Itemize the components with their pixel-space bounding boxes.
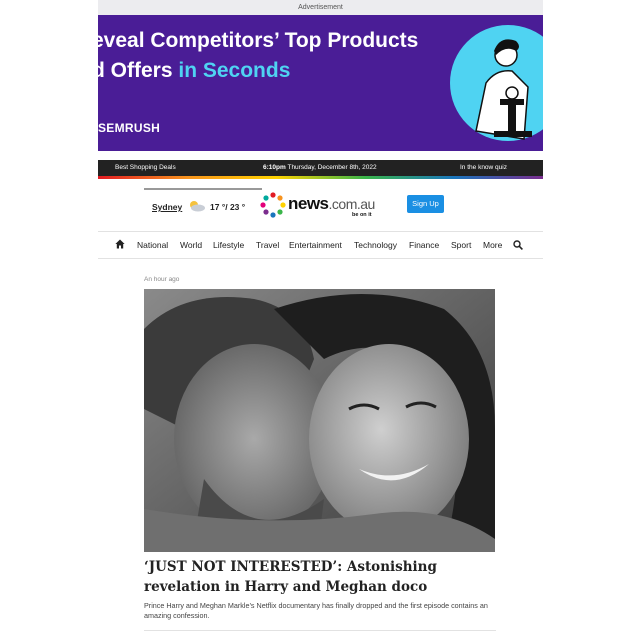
ad-headline-highlight: in Seconds bbox=[178, 59, 291, 82]
best-shopping-deals-link[interactable]: Best Shopping Deals bbox=[115, 164, 176, 171]
ad-brand-logo: SEMRUSH bbox=[98, 121, 161, 135]
ad-banner[interactable]: eveal Competitors’ Top Products d Offers… bbox=[98, 15, 543, 151]
logo-tld: .com.au bbox=[328, 196, 376, 212]
nav-item-sport[interactable]: Sport bbox=[451, 240, 471, 250]
article-headline[interactable]: ‘JUST NOT INTERESTED’: Astonishing revel… bbox=[144, 557, 496, 597]
search-icon[interactable] bbox=[513, 240, 523, 250]
main-nav: National World Lifestyle Travel Entertai… bbox=[98, 232, 543, 258]
logo-wordmark: news.com.au bbox=[288, 194, 375, 214]
ad-headline-white: d Offers bbox=[98, 59, 179, 82]
nav-item-lifestyle[interactable]: Lifestyle bbox=[213, 240, 244, 250]
nav-item-travel[interactable]: Travel bbox=[256, 240, 279, 250]
top-bar: Best Shopping Deals 6:10pm Thursday, Dec… bbox=[98, 160, 543, 176]
hero-photo bbox=[144, 289, 495, 552]
nav-item-technology[interactable]: Technology bbox=[354, 240, 397, 250]
weather-widget[interactable]: Sydney 17 °/ 23 ° bbox=[144, 188, 262, 224]
logo-tagline: be on it bbox=[352, 212, 372, 218]
weather-city[interactable]: Sydney bbox=[152, 202, 182, 212]
logo-dots-icon bbox=[260, 192, 286, 218]
date-time: 6:10pm Thursday, December 8th, 2022 bbox=[263, 164, 377, 171]
nav-item-more[interactable]: More bbox=[483, 240, 502, 250]
nav-item-finance[interactable]: Finance bbox=[409, 240, 439, 250]
scientist-illustration-icon bbox=[450, 25, 543, 141]
partly-cloudy-icon bbox=[190, 201, 205, 212]
ad-headline-line2: d Offers in Seconds bbox=[98, 59, 290, 83]
article-summary: Prince Harry and Meghan Markle’s Netflix… bbox=[144, 601, 488, 620]
current-time: 6:10pm bbox=[263, 164, 286, 171]
nav-item-entertainment[interactable]: Entertainment bbox=[289, 240, 342, 250]
advertisement-label: Advertisement bbox=[98, 0, 543, 15]
home-icon[interactable] bbox=[115, 239, 125, 249]
sign-up-button[interactable]: Sign Up bbox=[407, 195, 444, 213]
ad-headline-line1: eveal Competitors’ Top Products bbox=[98, 29, 419, 52]
weather-temperature: 17 °/ 23 ° bbox=[210, 202, 246, 212]
article-divider bbox=[144, 630, 496, 631]
logo-text: news bbox=[288, 194, 329, 213]
nav-item-world[interactable]: World bbox=[180, 240, 202, 250]
current-date: Thursday, December 8th, 2022 bbox=[287, 164, 377, 171]
article-hero-image[interactable] bbox=[144, 289, 495, 552]
color-stripe bbox=[98, 176, 543, 179]
nav-item-national[interactable]: National bbox=[137, 240, 168, 250]
news-page: Advertisement eveal Competitors’ Top Pro… bbox=[98, 0, 543, 640]
in-the-know-quiz-link[interactable]: In the know quiz bbox=[460, 164, 507, 171]
article-timestamp: An hour ago bbox=[144, 276, 180, 283]
nav-divider-bottom bbox=[98, 258, 543, 259]
